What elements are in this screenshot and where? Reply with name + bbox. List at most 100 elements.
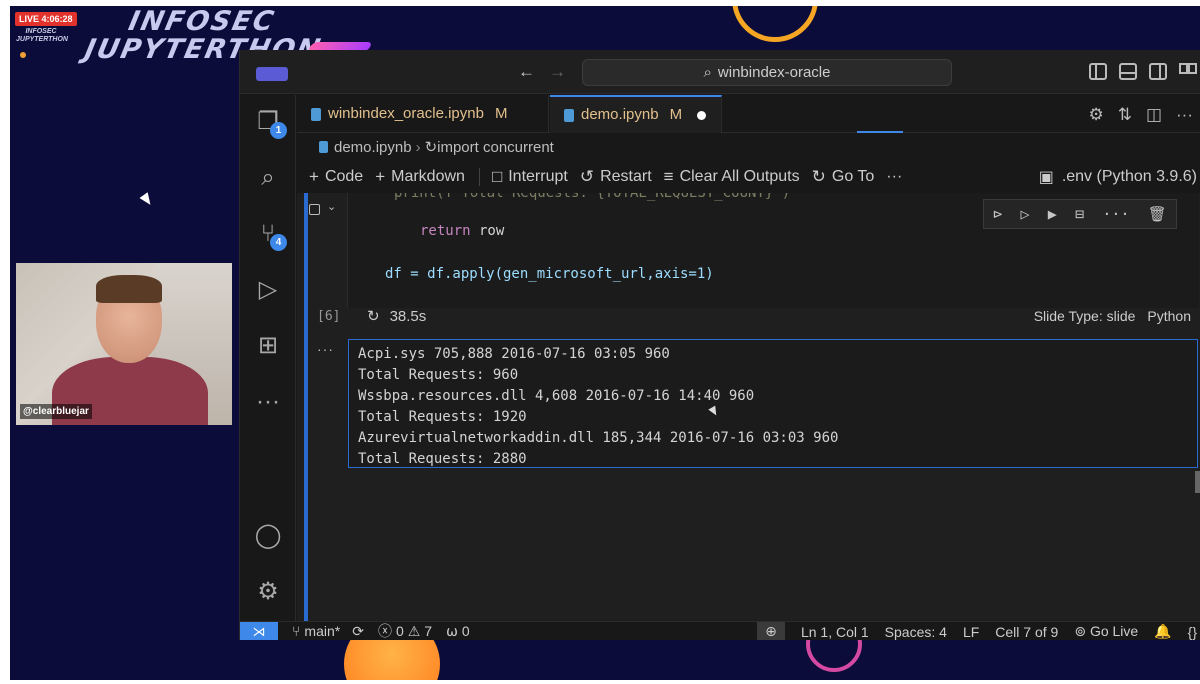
go-to-icon: ↻ (811, 167, 826, 186)
branch-indicator[interactable]: ⑂ main* ⟳ (292, 623, 364, 640)
compare-changes-icon[interactable]: ⇅ (1118, 105, 1132, 125)
notebook-settings-gear-icon[interactable]: ⚙ (1088, 105, 1103, 125)
extensions-icon[interactable]: ⊞ (253, 331, 283, 361)
cell-language-button[interactable]: Python (1147, 308, 1191, 324)
braces-icon[interactable]: {} (1188, 624, 1197, 640)
cell-status-right: Slide Type: slide Python (1022, 308, 1191, 324)
mouse-pointer-icon (139, 192, 155, 208)
search-icon: ⌕ (703, 64, 712, 81)
toggle-primary-sidebar-icon[interactable] (1089, 63, 1107, 80)
chevron-down-icon[interactable]: ⌄ (327, 200, 336, 213)
decorative-orange-ring (732, 6, 818, 42)
app-menu-icon[interactable] (256, 67, 288, 81)
split-editor-icon[interactable]: ◫ (1146, 105, 1162, 125)
tab-winbindex-oracle[interactable]: winbindex_oracle.ipynb M (297, 95, 549, 133)
tab-demo[interactable]: demo.ipynb M (550, 95, 722, 133)
restart-button[interactable]: ↺ Restart (580, 167, 652, 187)
explorer-icon[interactable]: ❐ 1 (253, 107, 287, 139)
settings-gear-icon[interactable]: ⚙ (253, 577, 283, 607)
notebook-file-icon (311, 107, 321, 121)
end-of-line[interactable]: LF (963, 624, 979, 640)
toolbar-divider (478, 168, 480, 186)
more-views-icon[interactable]: ··· (253, 387, 283, 417)
indentation[interactable]: Spaces: 4 (885, 624, 947, 640)
add-code-cell-button[interactable]: + Code (309, 167, 363, 187)
notebook-file-icon (564, 108, 574, 122)
notebook-editor: ⌄ print(f'Total Requests: {TOTAL_REQUEST… (297, 193, 1200, 621)
broadcast-icon: ⊚ (1074, 623, 1087, 639)
toggle-panel-icon[interactable] (1119, 63, 1137, 80)
code-line: return row (420, 223, 505, 239)
go-live-button[interactable]: ⊚ Go Live (1074, 623, 1138, 640)
webcam-feed: @clearbluejar (16, 263, 232, 425)
code-cell-editor[interactable]: print(f'Total Requests: {TOTAL_REQUEST_C… (347, 193, 1199, 308)
mini-logo: INFOSEC JUPYTERTHON (16, 28, 68, 58)
stream-frame: LIVE 4:06:28 INFOSEC JUPYTERTHON INFOSEC… (10, 6, 1200, 680)
output-line: Total Requests: 1920 (358, 409, 527, 425)
unsaved-dot-icon[interactable] (697, 110, 707, 120)
notebook-toolbar: + Code + Markdown □ Interrupt ↺ Restart ≡ Cle… (297, 162, 1200, 192)
output-line: Total Requests: 2880 (358, 451, 527, 467)
notebook-file-icon (319, 141, 328, 153)
toolbar-more-button[interactable]: ··· (886, 168, 902, 186)
webcam-handle-label: @clearbluejar (20, 404, 92, 419)
breadcrumb-symbol-icon: ↻ (424, 139, 438, 156)
output-line: Azurevirtualnetworkaddin.dll 185,344 201… (358, 430, 839, 446)
split-cell-icon[interactable]: ⊟ (1075, 205, 1084, 223)
scrollbar-thumb[interactable] (1195, 471, 1200, 493)
execute-cell-icon[interactable]: ▶ (1048, 205, 1057, 223)
cell-indicator[interactable]: Cell 7 of 9 (995, 624, 1058, 640)
ports-indicator[interactable]: ⍵ 0 (446, 623, 470, 640)
chevron-right-icon: › (415, 139, 421, 156)
search-icon[interactable]: ⌕ (253, 163, 283, 193)
delete-cell-trash-icon[interactable]: 🗑 (1148, 205, 1167, 223)
brand-line-1: INFOSEC (125, 6, 279, 37)
source-control-icon[interactable]: ⑂ 4 (253, 219, 287, 251)
more-actions-icon[interactable]: ··· (1176, 105, 1193, 125)
interrupt-button[interactable]: □ Interrupt (492, 167, 568, 187)
breadcrumb: demo.ipynb › ↻import concurrent (297, 134, 1200, 162)
slide-type-button[interactable]: Slide Type: slide (1034, 308, 1136, 324)
sync-icon[interactable]: ⟳ (352, 623, 364, 640)
layout-controls (1089, 63, 1197, 80)
execution-count: [6] (317, 309, 341, 324)
source-control-badge: 4 (270, 234, 287, 251)
zoom-icon[interactable]: ⊕ (756, 622, 785, 640)
execute-above-icon[interactable]: ⊳ (993, 205, 1002, 223)
broadcast-icon: ⍵ (446, 622, 458, 639)
status-bar: ⋊ ⑂ main* ⟳ ⓧ 0 ⚠ 7 ⍵ 0 ⊕ Ln 1, Col 1 Spaces: … (240, 621, 1200, 640)
customize-layout-icon[interactable] (1179, 63, 1197, 80)
go-to-button[interactable]: ↻ Go To (812, 167, 875, 187)
breadcrumb-symbol[interactable]: import concurrent (437, 139, 554, 156)
vscode-window: ← → ⌕ winbindex-oracle ❐ 1 ⌕ ⑂ 4 ▷ ⊞ ··· ◯ … (239, 50, 1200, 640)
output-more-icon[interactable]: ··· (317, 341, 334, 357)
stop-square-icon: □ (491, 167, 503, 186)
execute-cell-and-below-icon[interactable]: ▷ (1020, 205, 1029, 223)
activity-bar: ❐ 1 ⌕ ⑂ 4 ▷ ⊞ ··· ◯ ⚙ (240, 95, 296, 621)
status-bar-right: ⊕ Ln 1, Col 1 Spaces: 4 LF Cell 7 of 9 ⊚… (756, 622, 1197, 640)
breadcrumb-file[interactable]: demo.ipynb (334, 139, 412, 156)
explorer-badge: 1 (270, 122, 287, 139)
arrow-left-icon[interactable]: ← (518, 62, 535, 82)
toggle-secondary-sidebar-icon[interactable] (1149, 63, 1167, 80)
cursor-position[interactable]: Ln 1, Col 1 (801, 624, 869, 640)
cell-collapse-checkbox[interactable] (309, 204, 320, 215)
arrow-right-icon[interactable]: → (549, 62, 566, 82)
cell-more-icon[interactable]: ··· (1102, 205, 1129, 223)
editor-tabs: winbindex_oracle.ipynb M demo.ipynb M ⚙ … (297, 95, 1200, 133)
problems-indicator[interactable]: ⓧ 0 ⚠ 7 (378, 621, 432, 640)
account-icon[interactable]: ◯ (253, 521, 283, 551)
warning-icon: ⚠ (407, 622, 421, 639)
clear-all-outputs-button[interactable]: ≡ Clear All Outputs (664, 167, 800, 187)
add-markdown-cell-button[interactable]: + Markdown (375, 167, 465, 187)
output-line: Acpi.sys 705,888 2016-07-16 03:05 960 (358, 346, 670, 362)
kernel-icon: ▣ (1038, 169, 1054, 186)
notifications-bell-icon[interactable]: 🔔 (1154, 623, 1171, 640)
run-debug-icon[interactable]: ▷ (253, 275, 283, 305)
execution-time: ↻ 38.5s (367, 308, 427, 325)
remote-indicator-icon[interactable]: ⋊ (240, 621, 278, 640)
live-badge: LIVE 4:06:28 (15, 12, 77, 26)
editor-actions: ⚙ ⇅ ◫ ··· (1088, 105, 1193, 125)
kernel-picker[interactable]: ▣ .env (Python 3.9.6) (1039, 167, 1197, 187)
command-center-search[interactable]: ⌕ winbindex-oracle (582, 59, 952, 86)
